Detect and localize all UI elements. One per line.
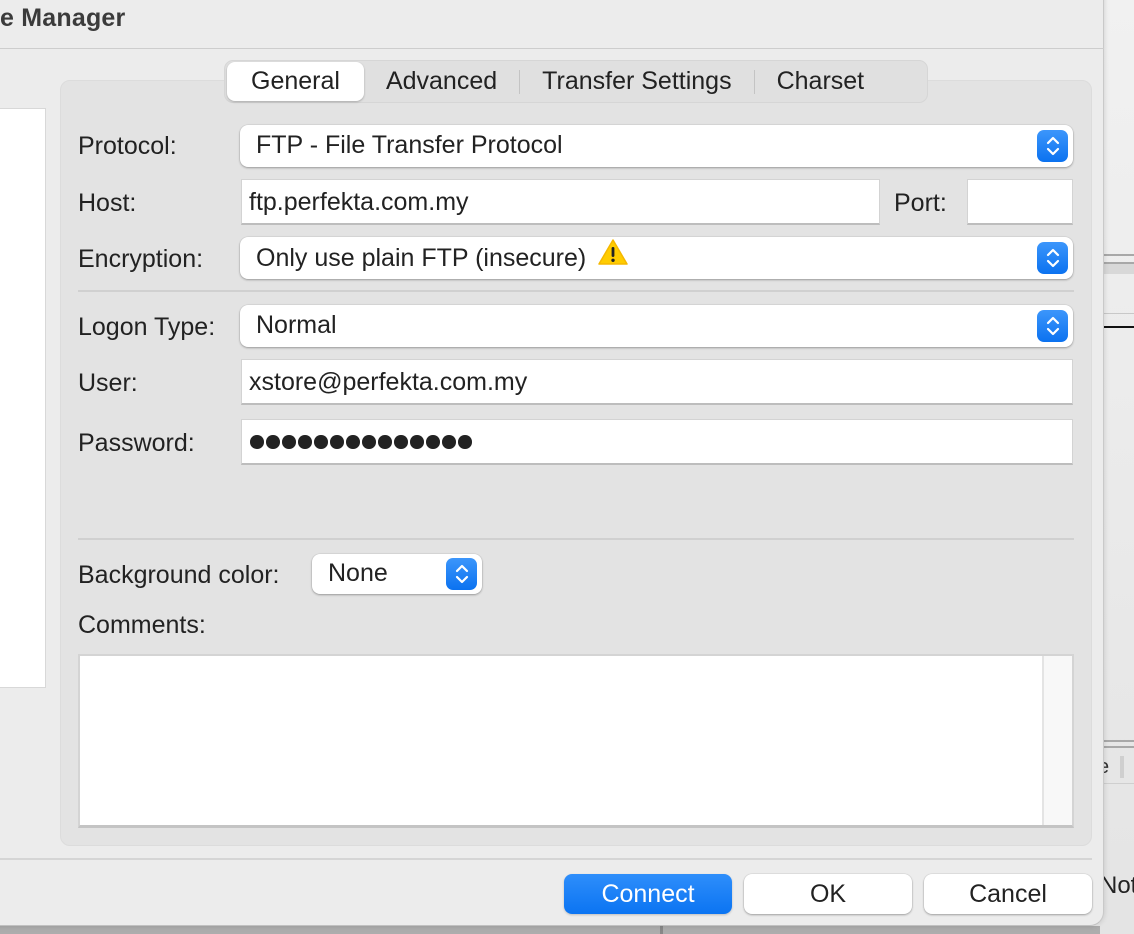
user-label: User: [78, 369, 138, 397]
password-dot [314, 435, 328, 449]
password-dot [250, 435, 264, 449]
password-label: Password: [78, 429, 195, 457]
protocol-select[interactable]: FTP - File Transfer Protocol [240, 125, 1073, 167]
encryption-value: Only use plain FTP (insecure) [256, 244, 587, 272]
tab-bar: General Advanced Transfer Settings Chars… [224, 60, 928, 103]
encryption-value-wrap: Only use plain FTP (insecure) [256, 237, 630, 279]
background-color-select[interactable]: None [312, 554, 482, 594]
chevron-up-down-icon [446, 558, 477, 590]
password-dot [378, 435, 392, 449]
encryption-select[interactable]: Only use plain FTP (insecure) [240, 237, 1073, 279]
background-divider [1104, 326, 1134, 328]
password-dot [266, 435, 280, 449]
password-input[interactable] [241, 419, 1073, 465]
background-window [1100, 0, 1134, 934]
tab-transfer-settings[interactable]: Transfer Settings [520, 62, 753, 101]
logon-type-value: Normal [256, 311, 337, 339]
form-separator [78, 290, 1074, 292]
password-dot [298, 435, 312, 449]
comments-textarea[interactable] [78, 654, 1074, 828]
background-column-separator [1120, 756, 1124, 778]
cancel-button[interactable]: Cancel [924, 874, 1092, 914]
password-dot [442, 435, 456, 449]
tab-general[interactable]: General [227, 62, 364, 101]
background-text-fragment: Not [1100, 872, 1134, 899]
comments-label: Comments: [78, 611, 206, 639]
password-dot [330, 435, 344, 449]
tab-advanced[interactable]: Advanced [364, 62, 519, 101]
title-separator [0, 48, 1104, 49]
port-input[interactable] [967, 179, 1073, 225]
protocol-label: Protocol: [78, 132, 177, 160]
site-tree-panel[interactable] [0, 108, 46, 688]
background-header-band [1104, 264, 1134, 274]
background-bottom-bar [0, 926, 1100, 934]
form-separator [78, 538, 1074, 540]
background-divider [1104, 746, 1134, 748]
password-dot [362, 435, 376, 449]
password-dot [394, 435, 408, 449]
background-divider [1104, 740, 1134, 742]
chevron-up-down-icon [1037, 310, 1068, 342]
background-divider [1104, 313, 1134, 314]
logon-type-select[interactable]: Normal [240, 305, 1073, 347]
chevron-up-down-icon [1037, 242, 1068, 274]
password-dot [410, 435, 424, 449]
background-divider [1104, 254, 1134, 256]
warning-icon [596, 237, 630, 279]
chevron-up-down-icon [1037, 130, 1068, 162]
tab-charset[interactable]: Charset [755, 62, 887, 101]
host-label: Host: [78, 189, 137, 217]
password-dot [346, 435, 360, 449]
ok-button[interactable]: OK [744, 874, 912, 914]
port-label: Port: [894, 189, 947, 217]
dialog-title: e Manager [0, 4, 126, 32]
connect-button[interactable]: Connect [564, 874, 732, 914]
comments-scrollbar[interactable] [1042, 656, 1072, 825]
encryption-label: Encryption: [78, 245, 204, 273]
background-color-value: None [328, 559, 388, 587]
host-input[interactable]: ftp.perfekta.com.my [241, 179, 880, 225]
background-splitter [660, 926, 663, 934]
password-dot [458, 435, 472, 449]
password-mask [249, 420, 1072, 464]
password-dot [282, 435, 296, 449]
protocol-value: FTP - File Transfer Protocol [256, 131, 563, 159]
password-dot [426, 435, 440, 449]
footer-separator [0, 858, 1092, 860]
background-divider [1104, 783, 1134, 784]
user-input[interactable]: xstore@perfekta.com.my [241, 359, 1073, 405]
logon-type-label: Logon Type: [78, 313, 216, 341]
background-color-label: Background color: [78, 561, 280, 589]
